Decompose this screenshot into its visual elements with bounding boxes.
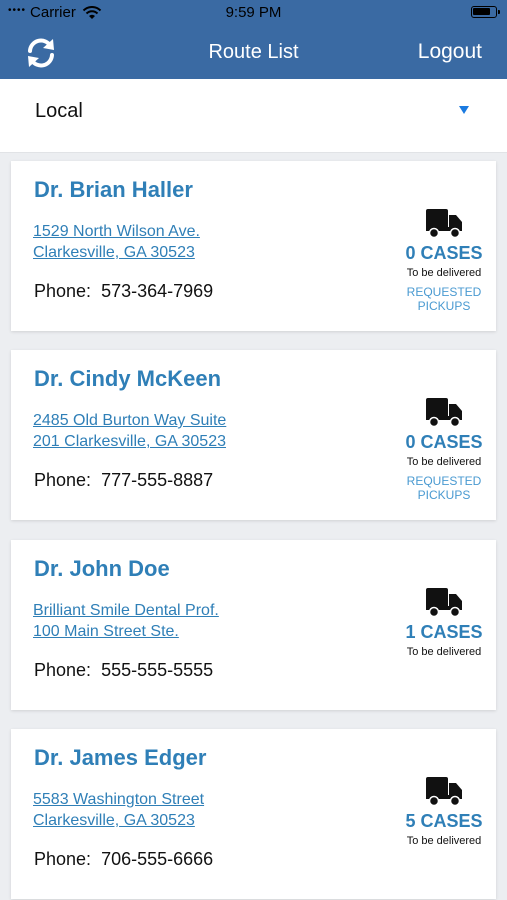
cases-count: 5 CASES (405, 811, 483, 831)
pickups-line[interactable]: PICKUPS (398, 488, 490, 502)
to-be-delivered-label: To be delivered (406, 835, 482, 847)
battery-icon (471, 6, 500, 18)
address-line[interactable]: Brilliant Smile Dental Prof. (33, 600, 273, 621)
cases-count: 0 CASES (405, 243, 483, 263)
requested-pickups-link[interactable]: REQUESTED PICKUPS (398, 474, 490, 502)
phone-row: Phone: 706-555-6666 (34, 849, 213, 870)
doctor-name[interactable]: Dr. Cindy McKeen (34, 366, 221, 392)
phone-number[interactable]: 706-555-6666 (101, 849, 213, 869)
address-link[interactable]: 2485 Old Burton Way Suite 201 Clarkesvill… (33, 410, 273, 452)
phone-number[interactable]: 777-555-8887 (101, 470, 213, 490)
route-card[interactable]: Dr. Brian Haller 1529 North Wilson Ave. C… (11, 161, 496, 331)
logout-button[interactable]: Logout (418, 40, 482, 64)
cases-summary: 1 CASES To be delivered (398, 586, 490, 658)
route-type-select[interactable]: Local (0, 79, 507, 153)
status-time: 9:59 PM (225, 4, 282, 21)
requested-pickups-link[interactable]: REQUESTED PICKUPS (398, 285, 490, 313)
route-card[interactable]: Dr. James Edger 5583 Washington Street Cl… (11, 729, 496, 899)
pickups-line[interactable]: REQUESTED (398, 285, 490, 299)
phone-label: Phone: (34, 849, 92, 869)
truck-icon (426, 209, 462, 239)
status-bar: •••• Carrier 9:59 PM (0, 0, 507, 26)
to-be-delivered-label: To be delivered (406, 646, 482, 658)
doctor-name[interactable]: Dr. James Edger (34, 745, 206, 771)
phone-row: Phone: 573-364-7969 (34, 281, 213, 302)
address-line[interactable]: 1529 North Wilson Ave. (33, 221, 273, 242)
pickups-line[interactable]: REQUESTED (398, 474, 490, 488)
phone-label: Phone: (34, 281, 92, 301)
cases-count: 0 CASES (405, 432, 483, 452)
address-line[interactable]: 2485 Old Burton Way Suite (33, 410, 273, 431)
cases-count: 1 CASES (405, 622, 483, 642)
address-line[interactable]: Clarkesville, GA 30523 (33, 242, 273, 263)
truck-icon (426, 398, 462, 428)
to-be-delivered-label: To be delivered (406, 456, 482, 468)
caret-down-icon (459, 106, 469, 114)
address-link[interactable]: Brilliant Smile Dental Prof. 100 Main Str… (33, 600, 273, 642)
phone-number[interactable]: 555-555-5555 (101, 660, 213, 680)
phone-label: Phone: (34, 660, 92, 680)
truck-icon (426, 588, 462, 618)
doctor-name[interactable]: Dr. John Doe (34, 556, 170, 582)
to-be-delivered-label: To be delivered (406, 267, 482, 279)
nav-bar: Route List Logout (0, 26, 507, 79)
cases-summary: 0 CASES To be delivered REQUESTED PICKUPS (398, 207, 490, 313)
address-link[interactable]: 5583 Washington Street Clarkesville, GA 3… (33, 789, 273, 831)
route-card[interactable]: Dr. Cindy McKeen 2485 Old Burton Way Sui… (11, 350, 496, 520)
route-type-value: Local (35, 100, 83, 122)
pickups-line[interactable]: PICKUPS (398, 299, 490, 313)
cases-summary: 5 CASES To be delivered (398, 775, 490, 847)
address-line[interactable]: 201 Clarkesville, GA 30523 (33, 431, 273, 452)
address-line[interactable]: 100 Main Street Ste. (33, 621, 273, 642)
phone-label: Phone: (34, 470, 92, 490)
doctor-name[interactable]: Dr. Brian Haller (34, 177, 193, 203)
phone-number[interactable]: 573-364-7969 (101, 281, 213, 301)
address-link[interactable]: 1529 North Wilson Ave. Clarkesville, GA 3… (33, 221, 273, 263)
truck-icon (426, 777, 462, 807)
phone-row: Phone: 555-555-5555 (34, 660, 213, 681)
cases-summary: 0 CASES To be delivered REQUESTED PICKUPS (398, 396, 490, 502)
route-card[interactable]: Dr. John Doe Brilliant Smile Dental Prof… (11, 540, 496, 710)
address-line[interactable]: 5583 Washington Street (33, 789, 273, 810)
address-line[interactable]: Clarkesville, GA 30523 (33, 810, 273, 831)
phone-row: Phone: 777-555-8887 (34, 470, 213, 491)
